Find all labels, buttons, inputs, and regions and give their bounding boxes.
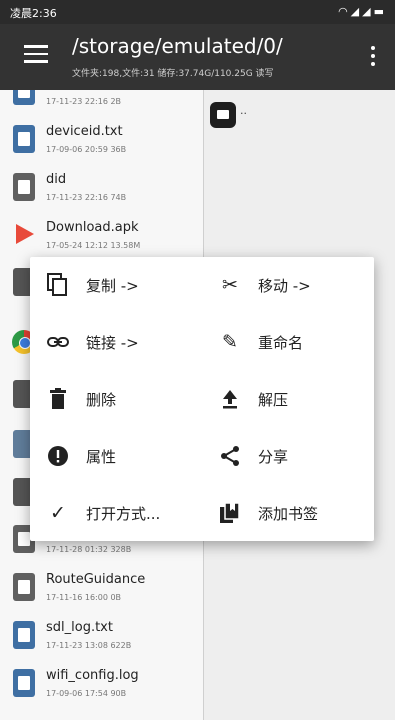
hamburger-menu-icon[interactable] [24, 45, 48, 65]
signal-icon: ◢◢ [350, 5, 374, 18]
list-item[interactable]: sdl_log.txt 17-11-23 13:08 622B [0, 612, 203, 660]
file-name: RouteGuidance [46, 572, 146, 587]
file-meta: 17-11-23 22:16 2B [46, 97, 122, 106]
link-label: 链接 -> [86, 334, 139, 352]
scissors-icon: ✂ [222, 274, 238, 296]
folder-icon [210, 102, 236, 128]
apk-icon [16, 224, 34, 244]
bookmark-icon [218, 501, 242, 525]
properties-label: 属性 [86, 448, 117, 466]
open-with-menu-item[interactable]: ✓ 打开方式... [30, 485, 200, 541]
list-item[interactable]: 17-11-23 22:16 2B [0, 90, 203, 116]
list-item[interactable]: wifi_config.log 17-09-06 17:54 90B [0, 660, 203, 708]
status-time: 凌晨2:36 [10, 7, 57, 20]
parent-directory-row[interactable]: .. [204, 90, 395, 136]
info-icon [46, 444, 70, 468]
file-meta: 17-11-23 13:08 622B [46, 641, 132, 650]
rename-menu-item[interactable]: ✎ 重命名 [202, 314, 372, 370]
more-options-icon[interactable] [371, 46, 377, 70]
trash-icon [46, 387, 70, 411]
extract-label: 解压 [258, 391, 289, 409]
file-meta: 17-09-06 17:54 90B [46, 689, 127, 698]
current-path: /storage/emulated/0/ [72, 34, 283, 58]
open-with-label: 打开方式... [86, 505, 161, 523]
document-icon [13, 573, 35, 601]
list-item[interactable]: deviceid.txt 17-09-06 20:59 36B [0, 116, 203, 164]
file-name: did [46, 172, 67, 187]
share-label: 分享 [258, 448, 289, 466]
add-bookmark-label: 添加书签 [258, 505, 319, 523]
file-meta: 17-11-16 16:00 0B [46, 593, 122, 602]
parent-directory-label: .. [240, 104, 247, 117]
copy-menu-item[interactable]: 复制 -> [30, 257, 200, 313]
file-name: Download.apk [46, 220, 139, 235]
storage-info: 文件夹:198,文件:31 储存:37.74G/110.25G 读写 [72, 69, 274, 79]
document-icon [13, 173, 35, 201]
battery-icon: ▬ [373, 5, 387, 18]
context-menu: 复制 -> ✂ 移动 -> 链接 -> ✎ 重命名 删除 解压 属性 分享 ✓ … [30, 257, 374, 541]
link-icon [46, 330, 70, 354]
list-item[interactable]: Download.apk 17-05-24 12:12 13.58M [0, 212, 203, 260]
status-bar: 凌晨2:36 ◠◢◢▬ [0, 0, 395, 24]
pencil-icon: ✎ [222, 331, 238, 353]
copy-icon [46, 273, 70, 297]
file-name: wifi_config.log [46, 668, 139, 683]
move-menu-item[interactable]: ✂ 移动 -> [202, 257, 372, 313]
document-icon [13, 621, 35, 649]
document-icon [13, 669, 35, 697]
wifi-icon: ◠ [338, 5, 351, 18]
document-icon [13, 125, 35, 153]
upload-icon [218, 387, 242, 411]
status-icons: ◠◢◢▬ [338, 5, 387, 18]
file-meta: 17-11-28 01:32 328B [46, 545, 132, 554]
delete-menu-item[interactable]: 删除 [30, 371, 200, 427]
list-item[interactable]: did 17-11-23 22:16 74B [0, 164, 203, 212]
rename-label: 重命名 [258, 334, 304, 352]
link-menu-item[interactable]: 链接 -> [30, 314, 200, 370]
file-name: sdl_log.txt [46, 620, 113, 635]
copy-label: 复制 -> [86, 277, 139, 295]
file-name: deviceid.txt [46, 124, 123, 139]
share-menu-item[interactable]: 分享 [202, 428, 372, 484]
delete-label: 删除 [86, 391, 117, 409]
toolbar: /storage/emulated/0/ 文件夹:198,文件:31 储存:37… [0, 24, 395, 90]
properties-menu-item[interactable]: 属性 [30, 428, 200, 484]
extract-menu-item[interactable]: 解压 [202, 371, 372, 427]
file-meta: 17-11-23 22:16 74B [46, 193, 127, 202]
add-bookmark-menu-item[interactable]: 添加书签 [202, 485, 372, 541]
file-meta: 17-09-06 20:59 36B [46, 145, 127, 154]
file-meta: 17-05-24 12:12 13.58M [46, 241, 141, 250]
move-label: 移动 -> [258, 277, 311, 295]
list-item[interactable]: RouteGuidance 17-11-16 16:00 0B [0, 564, 203, 612]
checkmark-icon: ✓ [50, 502, 66, 524]
share-icon [218, 444, 242, 468]
document-icon [13, 90, 35, 105]
